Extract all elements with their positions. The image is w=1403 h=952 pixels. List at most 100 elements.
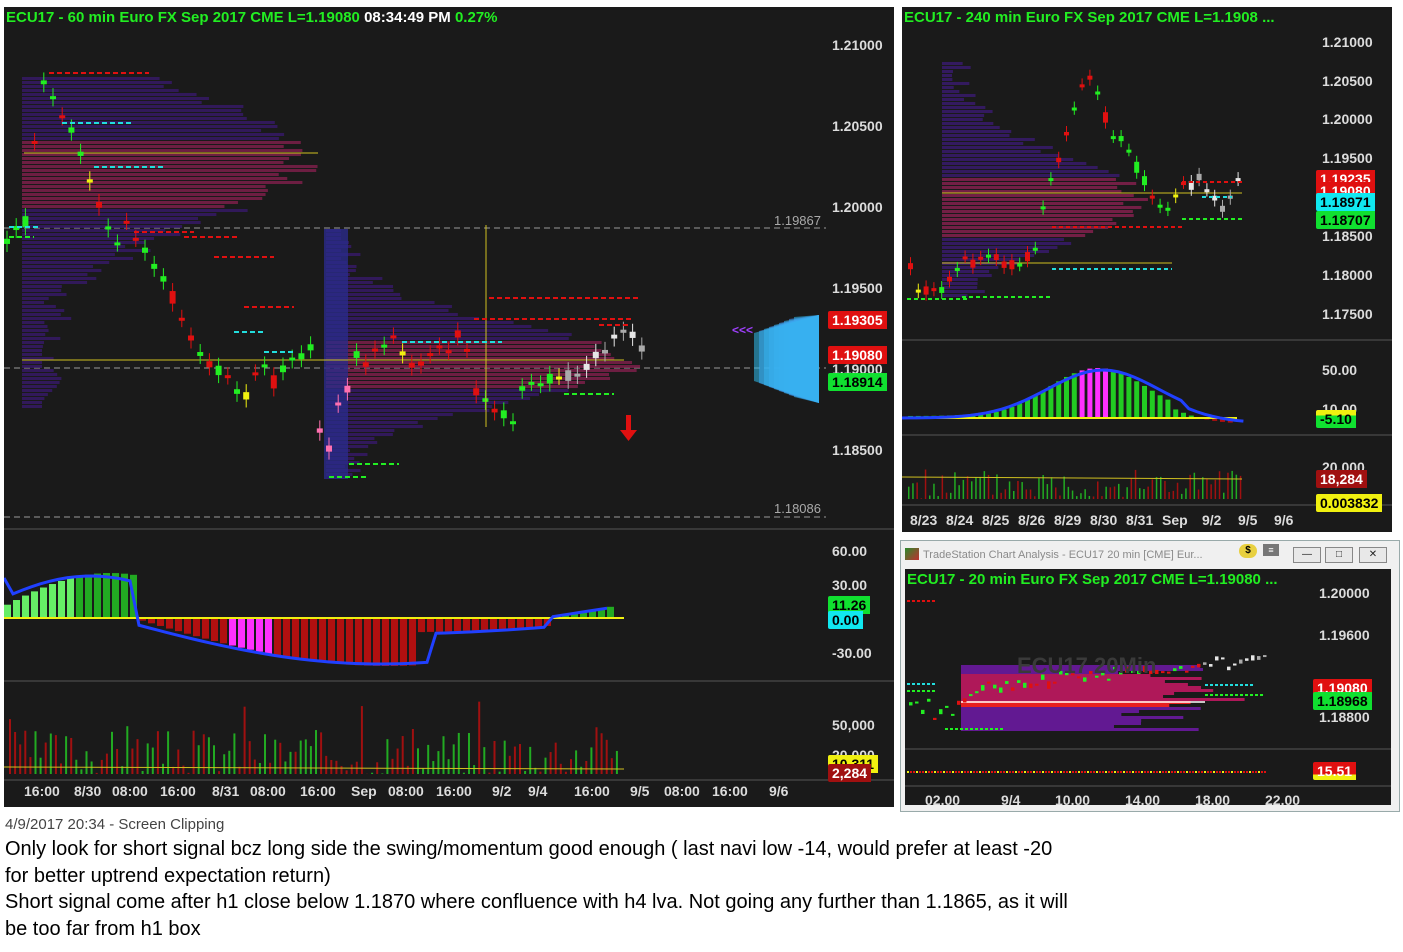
histogram-bar: [952, 771, 954, 773]
volume-bar: [54, 735, 57, 774]
candle-body: [372, 348, 378, 352]
candle-body: [993, 684, 997, 689]
histogram-bar: [979, 771, 981, 773]
candle-body: [963, 698, 967, 703]
volume-profile-bar: [22, 385, 57, 388]
candle-body: [1118, 136, 1124, 142]
volume-profile-bar: [22, 105, 244, 108]
volume-bar: [966, 476, 969, 499]
candle-body: [1009, 260, 1015, 270]
histogram-bar: [229, 618, 236, 646]
volume-bar: [544, 757, 547, 774]
volume-bar: [1151, 479, 1154, 499]
volume-profile-bar: [22, 217, 199, 220]
volume-profile-bar: [22, 369, 54, 372]
histogram-bar: [1201, 771, 1203, 773]
volume-profile-bar: [22, 401, 42, 404]
volume-bar: [315, 730, 317, 774]
volume-bar: [1168, 492, 1170, 499]
volume-bar: [1223, 492, 1225, 499]
x-axis-label: Sep: [351, 783, 377, 799]
histogram-bar: [265, 618, 272, 654]
volume-bar: [908, 486, 910, 499]
volume-profile-bar: [942, 178, 1116, 181]
main-chart-panel[interactable]: ECU17 - 60 min Euro FX Sep 2017 CME L=1.…: [4, 7, 894, 807]
volume-profile-bar: [22, 173, 279, 176]
histogram-bar: [994, 771, 996, 773]
main-chart-title: ECU17 - 60 min Euro FX Sep 2017 CME L=1.…: [6, 9, 498, 26]
vol-tick: 50,000: [832, 717, 875, 733]
m20-window[interactable]: TradeStation Chart Analysis - ECU17 20 m…: [900, 540, 1400, 812]
histogram-bar: [1198, 771, 1200, 773]
volume-profile-bar: [22, 125, 278, 128]
close-button[interactable]: ✕: [1359, 547, 1387, 563]
candle-body: [1032, 247, 1038, 251]
histogram-bar: [1142, 385, 1147, 418]
price-tag-c: 1.18971: [1316, 193, 1375, 211]
volume-bar: [462, 772, 465, 774]
candle-body: [993, 254, 999, 261]
candle-body: [947, 276, 952, 282]
candle-body: [344, 385, 351, 393]
histogram-bar: [310, 618, 317, 662]
volume-profile-bar: [942, 138, 1035, 141]
volume-bar: [391, 758, 394, 774]
dollar-icon[interactable]: $: [1239, 544, 1257, 558]
m20-chart-panel[interactable]: ECU17 - 20 min Euro FX Sep 2017 CME L=1.…: [905, 569, 1391, 805]
candle-body: [1149, 195, 1155, 199]
note-line-2: for better uptrend expectation return): [5, 865, 331, 887]
histogram-bar: [13, 600, 20, 618]
h4-chart-panel[interactable]: ECU17 - 240 min Euro FX Sep 2017 CME L=1…: [902, 7, 1392, 532]
volume-profile-bar: [942, 214, 1134, 217]
histogram-bar: [1040, 390, 1046, 418]
volume-bar: [1139, 488, 1141, 499]
volume-profile-bar: [942, 94, 976, 97]
histogram-bar: [976, 771, 978, 773]
volume-profile-bar: [961, 692, 1175, 695]
volume-bar: [1000, 492, 1002, 499]
candle-body: [1040, 206, 1046, 210]
histogram-bar: [949, 771, 951, 773]
histogram-bar: [85, 574, 92, 618]
candle-body: [1197, 663, 1201, 668]
volume-bar: [615, 750, 618, 774]
candle-body: [1023, 682, 1027, 688]
candle-body: [105, 226, 112, 230]
candle-body: [592, 351, 599, 359]
volume-profile-bar: [22, 285, 62, 288]
candle-body: [96, 201, 102, 208]
candle-body: [132, 237, 139, 241]
volume-bar: [437, 751, 440, 774]
restore-button[interactable]: □: [1325, 547, 1353, 563]
candle-body: [289, 357, 296, 361]
candle-body: [1257, 656, 1261, 660]
volume-bar: [1122, 496, 1124, 499]
x-axis-label: Sep: [1162, 512, 1188, 528]
histogram-bar: [283, 618, 290, 657]
volume-bar: [1097, 481, 1099, 499]
volume-bar: [360, 706, 363, 774]
candle-body: [528, 381, 535, 385]
m20-chart-title: ECU17 - 20 min Euro FX Sep 2017 CME L=1.…: [907, 571, 1278, 588]
histogram-bar: [1189, 771, 1191, 773]
volume-bar: [1034, 496, 1036, 499]
histogram-bar: [94, 573, 101, 618]
price-tick: 1.21000: [832, 37, 883, 53]
x-axis-label: 8/30: [1090, 512, 1118, 528]
candle-body: [362, 362, 369, 367]
histogram-bar: [1069, 771, 1071, 773]
volume-bar: [1134, 469, 1137, 499]
menu-icon[interactable]: ≡: [1263, 544, 1279, 556]
histogram-bar: [202, 618, 209, 639]
candle-body: [1107, 678, 1111, 681]
volume-profile-bar: [942, 182, 1137, 185]
candle-body: [169, 291, 176, 304]
volume-profile-bar: [22, 293, 67, 296]
volume-profile-bar: [22, 273, 88, 276]
volume-bar: [299, 740, 302, 774]
volume-profile-bar: [942, 106, 986, 109]
histogram-bar: [517, 618, 524, 628]
minimize-button[interactable]: —: [1293, 547, 1321, 563]
volume-bar: [447, 759, 450, 774]
volume-bar: [126, 726, 129, 774]
